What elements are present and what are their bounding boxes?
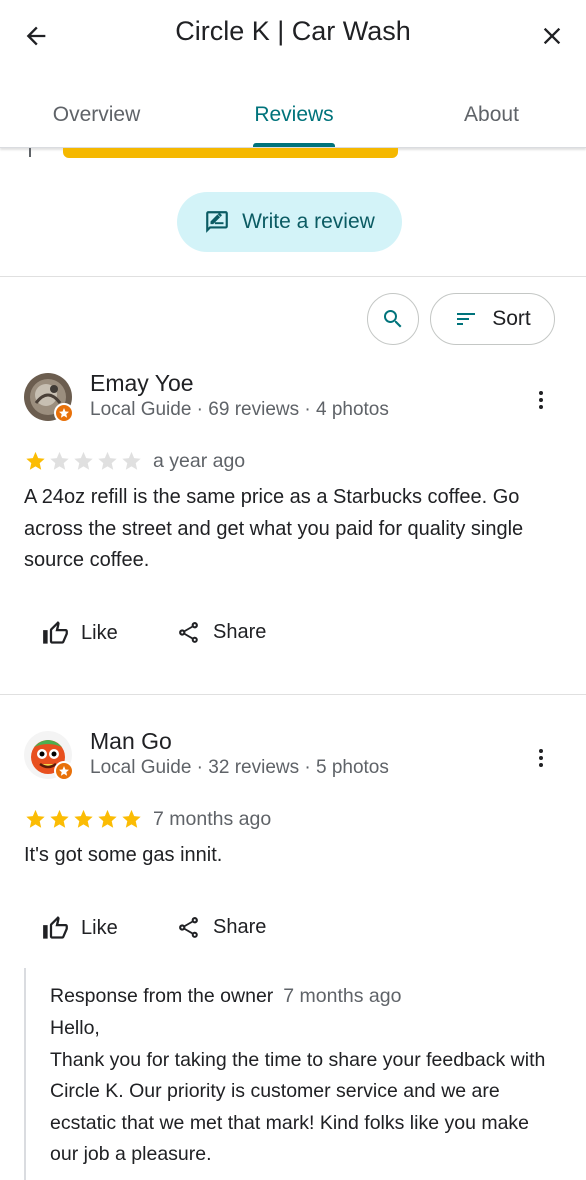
share-icon bbox=[179, 917, 198, 938]
rating-bar-label-remnant bbox=[29, 148, 31, 157]
write-review-button[interactable]: Write a review bbox=[177, 192, 402, 252]
back-button[interactable] bbox=[18, 18, 54, 54]
author-meta: Local Guide · 69 reviews · 4 photos bbox=[90, 399, 389, 420]
page-title: Circle K | Car Wash bbox=[175, 16, 411, 46]
thumb-up-icon bbox=[43, 621, 68, 644]
star-filled-icon bbox=[122, 809, 141, 828]
review-text: A 24oz refill is the same price as a Sta… bbox=[24, 486, 524, 571]
star-empty-icon bbox=[98, 451, 117, 470]
local-guide-badge-icon bbox=[54, 761, 74, 781]
owner-response-text: Hello, Thank you for taking the time to … bbox=[50, 1017, 546, 1165]
tab-overview[interactable]: Overview bbox=[0, 86, 193, 148]
star-rating bbox=[24, 450, 143, 472]
share-label: Share bbox=[213, 621, 267, 643]
share-icon bbox=[179, 622, 198, 643]
review-text: It's got some gas innit. bbox=[24, 844, 223, 866]
search-icon bbox=[384, 310, 402, 328]
share-button[interactable]: Share bbox=[176, 620, 266, 645]
star-rating bbox=[24, 808, 143, 830]
like-button[interactable]: Like bbox=[42, 915, 118, 942]
star-filled-icon bbox=[26, 809, 45, 828]
author-meta: Local Guide · 32 reviews · 5 photos bbox=[90, 757, 389, 778]
star-empty-icon bbox=[50, 451, 69, 470]
share-label: Share bbox=[213, 916, 267, 938]
like-label: Like bbox=[81, 622, 118, 644]
star-filled-icon bbox=[98, 809, 117, 828]
sort-button[interactable]: Sort bbox=[430, 293, 555, 345]
owner-response: Response from the owner 7 months ago Hell… bbox=[24, 968, 564, 1180]
sort-icon bbox=[457, 313, 476, 325]
more-options-button[interactable] bbox=[526, 385, 556, 415]
rating-histogram-bar bbox=[63, 148, 398, 158]
star-filled-icon bbox=[74, 809, 93, 828]
star-filled-icon bbox=[26, 451, 45, 470]
close-icon bbox=[543, 27, 561, 45]
star-filled-icon bbox=[50, 809, 69, 828]
owner-response-label: Response from the owner bbox=[50, 985, 274, 1007]
like-label: Like bbox=[81, 917, 118, 939]
more-vert-icon bbox=[539, 749, 543, 767]
share-button[interactable]: Share bbox=[176, 915, 266, 940]
app-header: Circle K | Car Wash bbox=[0, 0, 586, 68]
local-guide-badge-icon bbox=[54, 403, 74, 423]
more-options-button[interactable] bbox=[526, 743, 556, 773]
review-date: a year ago bbox=[153, 450, 246, 472]
tab-bar: Overview Reviews About bbox=[0, 86, 586, 148]
star-empty-icon bbox=[74, 451, 93, 470]
review-divider bbox=[0, 694, 586, 695]
author-name[interactable]: Emay Yoe bbox=[90, 370, 194, 397]
owner-response-date: 7 months ago bbox=[283, 985, 402, 1007]
more-vert-icon bbox=[539, 391, 543, 409]
like-button[interactable]: Like bbox=[42, 620, 118, 647]
search-reviews-button[interactable] bbox=[367, 293, 419, 345]
star-empty-icon bbox=[122, 451, 141, 470]
close-button[interactable] bbox=[534, 18, 570, 54]
active-tab-indicator bbox=[253, 143, 335, 147]
tab-reviews[interactable]: Reviews bbox=[197, 86, 391, 148]
thumb-up-icon bbox=[43, 916, 68, 939]
avatar[interactable] bbox=[24, 373, 74, 423]
write-review-label: Write a review bbox=[242, 210, 375, 233]
tab-about[interactable]: About bbox=[395, 86, 586, 148]
arrow-back-icon bbox=[26, 26, 46, 46]
review-date: 7 months ago bbox=[153, 808, 272, 830]
section-divider bbox=[0, 276, 586, 277]
rate-review-icon bbox=[206, 211, 229, 233]
avatar[interactable] bbox=[24, 731, 74, 781]
sort-label: Sort bbox=[492, 307, 531, 330]
author-name[interactable]: Man Go bbox=[90, 728, 172, 755]
owner-response-header: Response from the owner 7 months ago bbox=[50, 985, 401, 1008]
